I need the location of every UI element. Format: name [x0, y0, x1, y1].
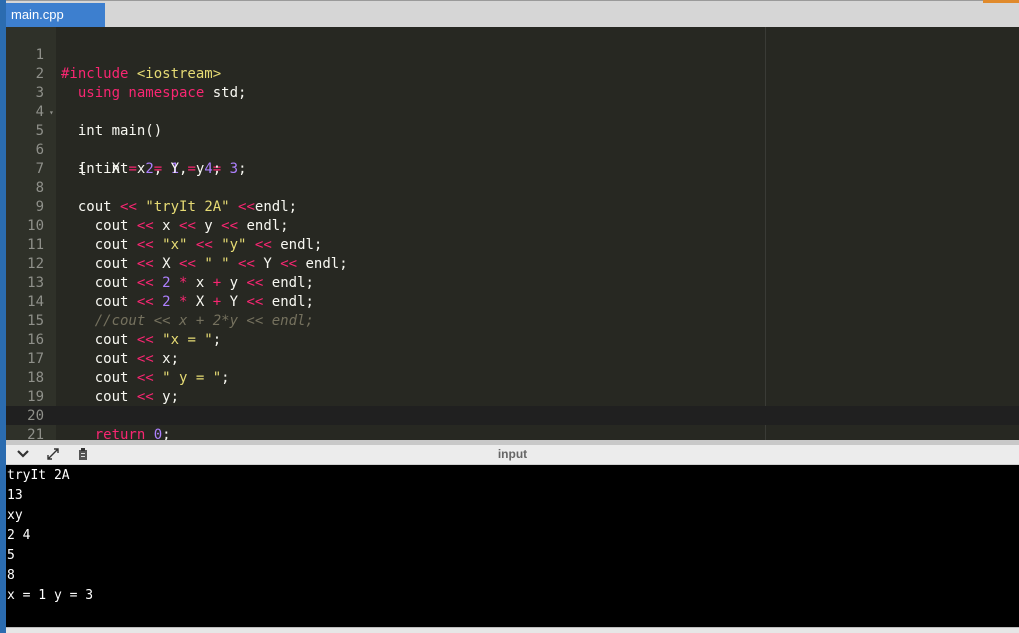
code-line[interactable]: 16 cout << x;: [6, 312, 179, 367]
code-editor[interactable]: 1 #include <iostream> 2 using namespace …: [6, 27, 1019, 440]
code-line[interactable]: 9 cout << x << y << endl;: [6, 179, 289, 234]
print-margin: [765, 27, 766, 440]
code-line[interactable]: 3: [6, 65, 44, 101]
output-line: 5: [7, 548, 15, 563]
code-line[interactable]: 20 return 0;: [6, 388, 170, 440]
code-line[interactable]: 12 cout << 2 * x + y << endl;: [6, 236, 314, 291]
output-line: tryIt 2A: [7, 468, 70, 483]
active-line-highlight: [6, 406, 1019, 425]
code-line[interactable]: 5 ▾ { int x = 1, y = 3;: [6, 103, 247, 177]
chevron-down-icon[interactable]: [14, 447, 32, 463]
line-number: 21: [27, 427, 44, 440]
clipboard-icon[interactable]: [74, 447, 92, 463]
fold-arrow-icon[interactable]: ▾: [49, 103, 54, 122]
panel-title: input: [497, 447, 528, 461]
output-line: xy: [7, 508, 23, 523]
window-accent: [983, 0, 1019, 3]
output-line: 8: [7, 568, 15, 583]
tab-bar: main.cpp: [6, 0, 1019, 28]
console-output[interactable]: tryIt 2A 13 xy 2 4 5 8 x = 1 y = 3: [6, 465, 1019, 627]
code-line[interactable]: 10 cout << "x" << "y" << endl;: [6, 198, 322, 253]
code-line[interactable]: 11 cout << X << " " << Y << endl;: [6, 217, 348, 272]
code-line[interactable]: 18 cout << y;: [6, 350, 179, 405]
code-line[interactable]: 17 cout << " y = ";: [6, 331, 229, 386]
output-line: 2 4: [7, 528, 31, 543]
code-line[interactable]: 2 using namespace std;: [6, 46, 247, 101]
expand-icon[interactable]: [44, 447, 62, 463]
code-line[interactable]: 4 int main(): [6, 84, 163, 139]
code-line[interactable]: 15 cout << "x = ";: [6, 293, 221, 348]
code-line[interactable]: 1 #include <iostream>: [6, 27, 222, 82]
code-line[interactable]: 8 cout << "tryIt 2A" <<endl;: [6, 160, 298, 215]
output-line: x = 1 y = 3: [7, 588, 94, 603]
code-line[interactable]: 7: [6, 141, 44, 177]
bottom-border: [6, 627, 1019, 633]
code-line[interactable]: 21 }: [6, 407, 44, 440]
output-line: 13: [7, 488, 23, 503]
code-line[interactable]: 14 //cout << x + 2*y << endl;: [6, 274, 314, 329]
console-toolbar: input: [6, 445, 1019, 465]
code-line[interactable]: 13 cout << 2 * X + Y << endl;: [6, 255, 314, 310]
tab-main-cpp[interactable]: main.cpp: [6, 3, 105, 28]
code-line[interactable]: 6 int X = 2, Y = 4;: [6, 122, 222, 177]
code-line[interactable]: 19: [6, 369, 44, 405]
